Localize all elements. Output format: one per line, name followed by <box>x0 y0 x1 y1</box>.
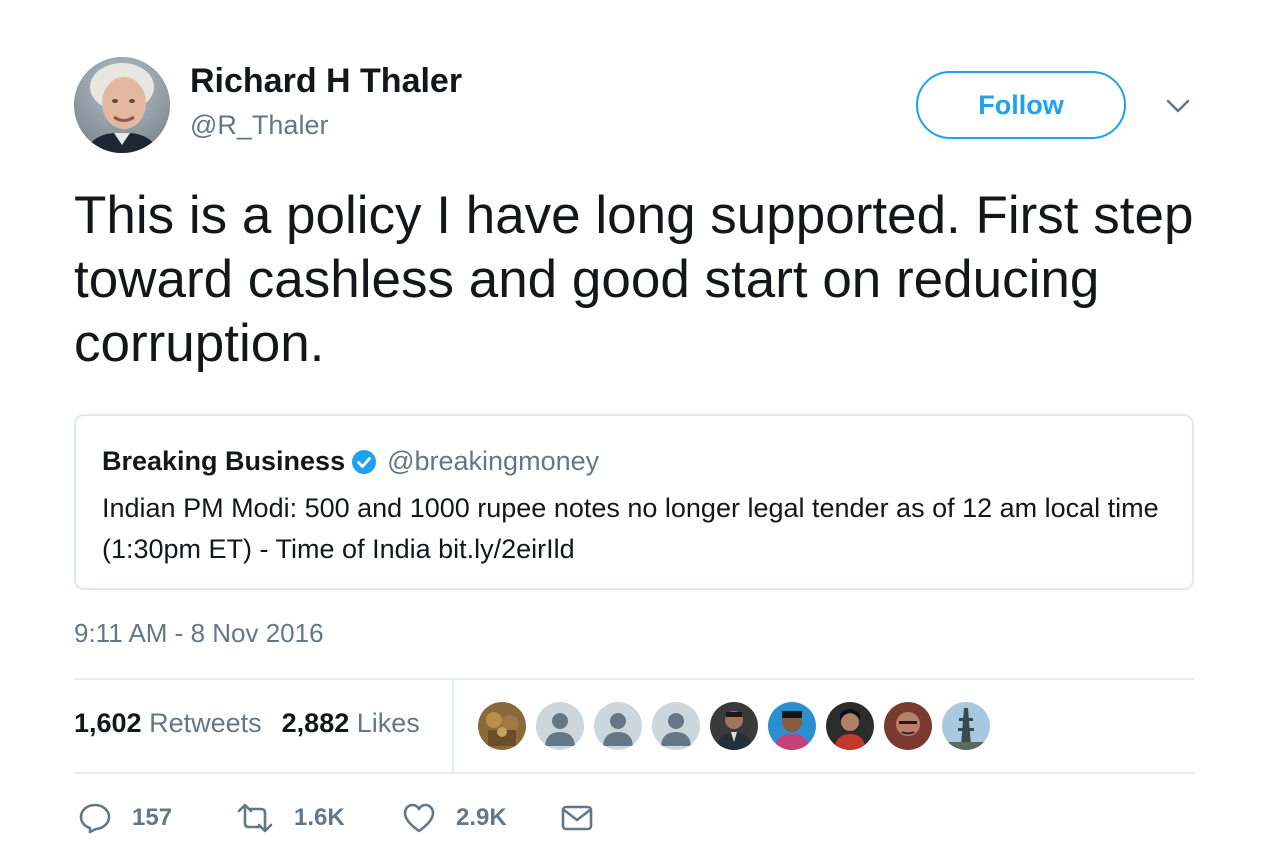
stats-vertical-divider <box>452 680 454 772</box>
default-user-avatar <box>652 702 700 750</box>
default-user-avatar <box>536 702 584 750</box>
envelope-icon <box>561 805 593 831</box>
user-photo-avatar <box>710 702 758 750</box>
liker-avatar-5[interactable] <box>710 702 758 750</box>
like-action[interactable]: 2.9K <box>402 802 560 834</box>
quoted-tweet-card[interactable]: Breaking Business @breakingmoney Indian … <box>74 414 1194 590</box>
retweets-count: 1,602 <box>74 708 142 738</box>
tower-photo-avatar <box>942 702 990 750</box>
liker-avatar-3[interactable] <box>594 702 642 750</box>
liker-avatars <box>478 702 990 750</box>
statue-photo-avatar <box>478 702 526 750</box>
like-count: 2.9K <box>456 804 507 831</box>
direct-message-action[interactable] <box>560 803 594 833</box>
liker-avatar-8[interactable] <box>884 702 932 750</box>
quoted-author-handle: @breakingmoney <box>387 446 600 476</box>
retweet-count: 1.6K <box>294 804 345 831</box>
actions-top-divider <box>74 772 1194 774</box>
tweet-actions: 157 1.6K 2.9K <box>78 800 594 836</box>
author-display-name[interactable]: Richard H Thaler <box>190 62 462 101</box>
quoted-tweet-header: Breaking Business @breakingmoney <box>102 446 599 477</box>
stats-top-divider <box>74 678 1194 680</box>
liker-avatar-1[interactable] <box>478 702 526 750</box>
liker-avatar-4[interactable] <box>652 702 700 750</box>
author-avatar[interactable] <box>74 57 170 153</box>
quoted-tweet-text: Indian PM Modi: 500 and 1000 rupee notes… <box>102 493 1159 564</box>
verified-badge-icon <box>352 449 377 474</box>
default-user-avatar <box>594 702 642 750</box>
avatar-photo <box>74 57 170 153</box>
liker-avatar-7[interactable] <box>826 702 874 750</box>
tweet-text: This is a policy I have long supported. … <box>74 186 1194 373</box>
user-photo-avatar <box>884 702 932 750</box>
chevron-down-icon[interactable] <box>1163 94 1193 118</box>
likes-stat[interactable]: 2,882 Likes <box>282 708 420 739</box>
reply-count: 157 <box>132 804 173 831</box>
reply-icon <box>79 803 111 834</box>
reply-action[interactable]: 157 <box>78 801 236 835</box>
liker-avatar-6[interactable] <box>768 702 816 750</box>
retweet-icon <box>237 803 273 833</box>
liker-avatar-9[interactable] <box>942 702 990 750</box>
user-photo-avatar <box>826 702 874 750</box>
retweets-stat[interactable]: 1,602 Retweets <box>74 708 262 739</box>
likes-count: 2,882 <box>281 708 350 738</box>
tweet-timestamp[interactable]: 9:11 AM - 8 Nov 2016 <box>74 618 324 649</box>
retweet-action[interactable]: 1.6K <box>236 801 402 835</box>
liker-avatar-2[interactable] <box>536 702 584 750</box>
author-handle[interactable]: @R_Thaler <box>190 110 328 141</box>
follow-button[interactable]: Follow <box>916 71 1126 139</box>
retweets-label: Retweets <box>149 708 262 738</box>
quoted-author-name: Breaking Business <box>102 446 346 476</box>
user-photo-avatar <box>768 702 816 750</box>
likes-label: Likes <box>356 708 420 738</box>
engagement-stats: 1,602 Retweets 2,882 Likes <box>74 708 420 739</box>
heart-icon <box>403 803 435 833</box>
